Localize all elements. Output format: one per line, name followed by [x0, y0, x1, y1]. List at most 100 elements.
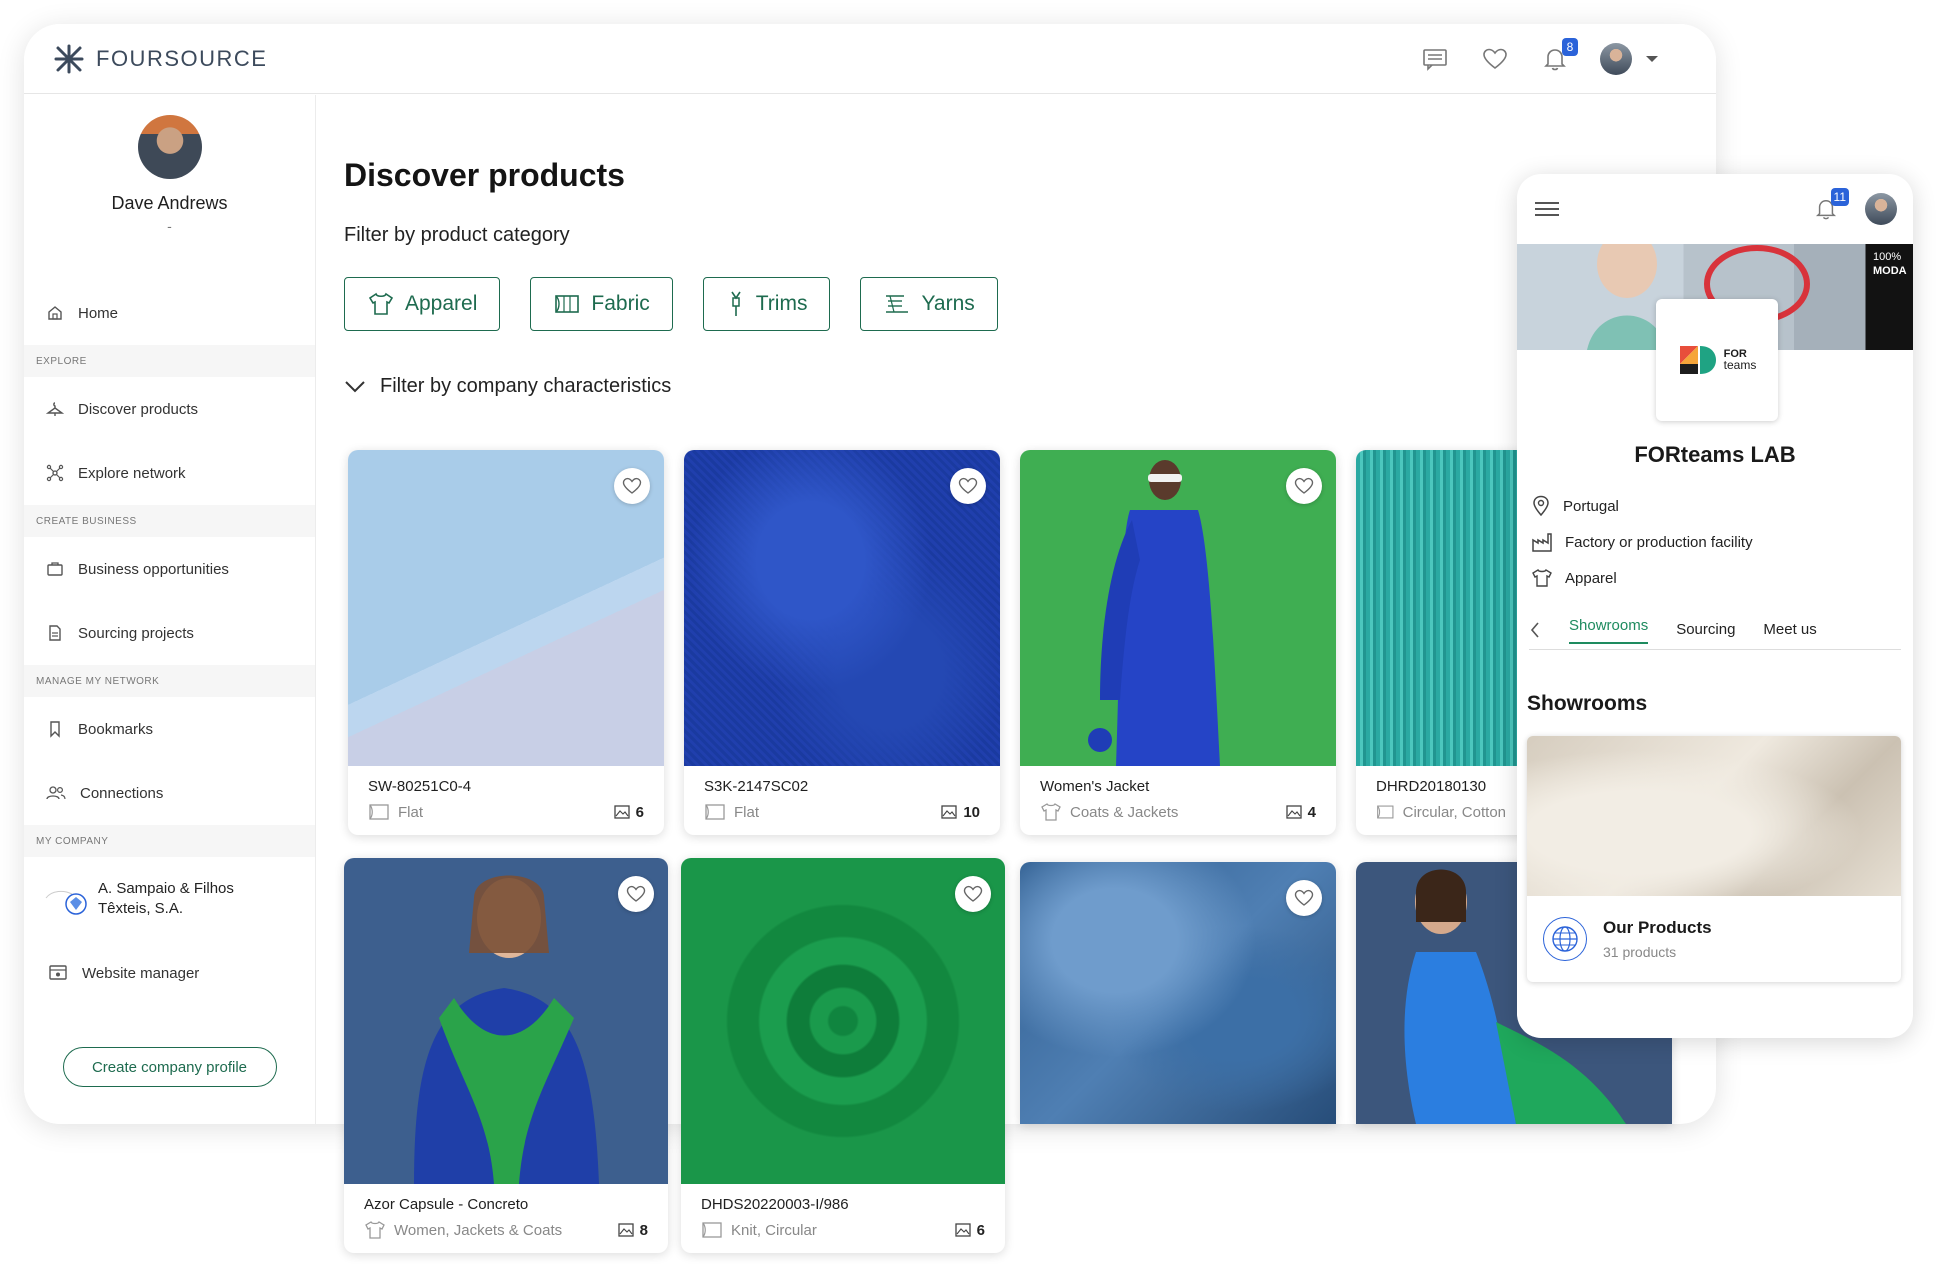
category-apparel-button[interactable]: Apparel: [344, 277, 501, 331]
mobile-user-avatar[interactable]: [1865, 193, 1897, 225]
notifications-bell-icon[interactable]: 8: [1540, 37, 1578, 74]
category-fabric-button[interactable]: Fabric: [530, 277, 673, 331]
attribute-category: Apparel: [1517, 560, 1913, 596]
attribute-type: Factory or production facility: [1517, 524, 1913, 560]
sidebar-item-connections[interactable]: Connections: [24, 761, 315, 825]
product-card[interactable]: DHRD20180130 Circular, Cotton: [1356, 450, 1526, 835]
favorite-heart-icon[interactable]: [955, 876, 991, 912]
mobile-top-bar: 11: [1517, 174, 1913, 244]
product-code: SW-80251C0-4: [368, 778, 472, 795]
favorites-heart-icon[interactable]: [1480, 44, 1510, 74]
product-meta: Flat: [734, 803, 760, 821]
product-card[interactable]: SW-80251C0-4 Flat 6: [348, 450, 664, 835]
mobile-company-panel: 11 100% MODA FOR teams FORteams LAB Port: [1517, 174, 1913, 1038]
fabric-roll-icon: [555, 295, 580, 313]
sidebar-item-business-opportunities[interactable]: Business opportunities: [24, 537, 315, 601]
image-icon: [941, 805, 957, 819]
nav-section-create-business: Create business: [24, 505, 315, 537]
nav-section-my-company: My company: [24, 825, 315, 857]
home-icon: [48, 306, 62, 320]
attribute-label: Factory or production facility: [1565, 533, 1753, 551]
company-logo-box: FOR teams: [1656, 299, 1778, 421]
sidebar-item-company[interactable]: A. Sampaio & Filhos Têxteis, S.A.: [24, 857, 315, 941]
chevron-down-icon: [345, 380, 365, 392]
image-count: 10: [963, 803, 980, 821]
brand-name: FOURSOURCE: [96, 45, 268, 71]
category-label: Fabric: [591, 292, 650, 315]
nav-section-manage-network: Manage my network: [24, 665, 315, 697]
sidebar-item-home[interactable]: Home: [24, 281, 315, 345]
mobile-tab-bar: Showrooms Sourcing Meet us: [1529, 610, 1901, 650]
banner-text-bottom: MODA: [1873, 265, 1907, 277]
profile-subtitle: -: [167, 218, 172, 234]
location-pin-icon: [1533, 495, 1549, 517]
showroom-subtitle: 31 products: [1603, 944, 1677, 960]
company-name: FORteams LAB: [1634, 442, 1796, 467]
tshirt-icon: [365, 1221, 385, 1239]
hamburger-menu-icon[interactable]: [1533, 199, 1561, 219]
product-image: [344, 858, 668, 1184]
product-card[interactable]: Women's Jacket Coats & Jackets 4: [1020, 450, 1336, 835]
bookmark-icon: [50, 721, 60, 738]
sidebar: Dave Andrews - Home Explore Discover pro…: [24, 95, 316, 1124]
attribute-label: Apparel: [1565, 569, 1617, 587]
tshirt-icon: [1532, 569, 1552, 587]
chevron-left-icon[interactable]: [1529, 621, 1541, 639]
favorite-heart-icon[interactable]: [618, 876, 654, 912]
fabric-icon: [702, 1222, 722, 1238]
filter-category-heading: Filter by product category: [344, 224, 570, 246]
product-meta: Coats & Jackets: [1070, 803, 1179, 821]
brand-logo[interactable]: FOURSOURCE: [54, 44, 267, 74]
factory-icon: [1532, 533, 1552, 552]
product-image: [1020, 450, 1336, 766]
sidebar-item-bookmarks[interactable]: Bookmarks: [24, 697, 315, 761]
tab-showrooms[interactable]: Showrooms: [1569, 617, 1649, 644]
banner-text-top: 100%: [1873, 251, 1901, 263]
company-name: A. Sampaio & Filhos Têxteis, S.A.: [98, 880, 234, 917]
mobile-notifications-bell-icon[interactable]: 11: [1811, 188, 1849, 224]
filter-company-label: Filter by company characteristics: [380, 375, 672, 397]
user-avatar[interactable]: [1600, 42, 1632, 75]
network-icon: [46, 464, 64, 482]
tab-sourcing[interactable]: Sourcing: [1676, 621, 1735, 638]
notification-badge: 8: [1562, 37, 1578, 56]
sidebar-item-label: Website manager: [82, 964, 200, 982]
messages-icon[interactable]: [1420, 44, 1450, 74]
category-label: Yarns: [921, 292, 975, 315]
sidebar-item-sourcing-projects[interactable]: Sourcing projects: [24, 601, 315, 665]
product-card[interactable]: [1020, 862, 1336, 1124]
sidebar-item-label: Sourcing projects: [78, 624, 194, 642]
product-image: [1356, 450, 1526, 766]
tab-meet-us[interactable]: Meet us: [1763, 621, 1816, 638]
showroom-image: [1527, 736, 1901, 896]
category-filter-row: Apparel Fabric Trims Yarns: [344, 277, 1716, 331]
sidebar-item-discover-products[interactable]: Discover products: [24, 377, 315, 441]
filter-company-toggle[interactable]: Filter by company characteristics: [344, 375, 1716, 398]
browser-window-icon: [49, 965, 67, 980]
fabric-icon: [369, 804, 389, 820]
favorite-heart-icon[interactable]: [1286, 880, 1322, 916]
product-image: [684, 450, 1000, 766]
favorite-heart-icon[interactable]: [1286, 468, 1322, 504]
category-label: Apparel: [405, 292, 478, 315]
product-card[interactable]: Azor Capsule - Concreto Women, Jackets &…: [344, 858, 668, 1253]
showroom-card[interactable]: Our Products 31 products: [1527, 736, 1901, 982]
sidebar-item-explore-network[interactable]: Explore network: [24, 441, 315, 505]
product-card[interactable]: DHDS20220003-I/986 Knit, Circular 6: [681, 858, 1005, 1253]
sidebar-item-label: Connections: [80, 784, 164, 802]
create-company-profile-button[interactable]: Create company profile: [62, 1047, 277, 1087]
sidebar-item-label: Explore network: [78, 464, 186, 482]
category-label: Trims: [755, 292, 808, 315]
account-chevron-down-icon[interactable]: [1646, 55, 1658, 62]
profile-avatar[interactable]: [137, 115, 202, 179]
product-card[interactable]: S3K-2147SC02 Flat 10: [684, 450, 1000, 835]
globe-icon: [1543, 917, 1587, 961]
favorite-heart-icon[interactable]: [614, 468, 650, 504]
attribute-label: Portugal: [1563, 497, 1619, 515]
sidebar-item-website-manager[interactable]: Website manager: [24, 941, 315, 1005]
attribute-location: Portugal: [1517, 488, 1913, 524]
favorite-heart-icon[interactable]: [950, 468, 986, 504]
fabric-icon: [705, 804, 725, 820]
category-yarns-button[interactable]: Yarns: [860, 277, 998, 331]
category-trims-button[interactable]: Trims: [702, 277, 831, 331]
